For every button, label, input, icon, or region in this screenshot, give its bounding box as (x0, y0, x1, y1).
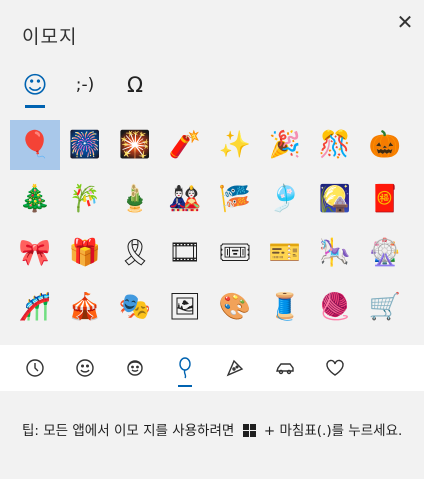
emoji-cell[interactable]: 🎞 (160, 228, 210, 278)
emoji-cell[interactable]: 🕶 (60, 336, 110, 342)
tip-prefix: 팁: 모든 앱에서 이모 지를 사용하려면 (22, 423, 235, 439)
close-button[interactable]: ✕ (390, 8, 420, 36)
windows-key-icon (242, 424, 256, 437)
category-travel[interactable] (260, 345, 310, 391)
heart-icon (326, 359, 344, 376)
emoji-cell[interactable]: 🎪 (60, 282, 110, 332)
emoji-cell[interactable]: 🎊 (310, 120, 360, 170)
emoji-cell[interactable]: 🎢 (10, 282, 60, 332)
emoji-cell[interactable]: 🎍 (110, 174, 160, 224)
category-celebration[interactable] (160, 345, 210, 391)
clock-icon (26, 359, 44, 377)
tab-symbols[interactable]: Ω (115, 62, 155, 108)
emoji-cell[interactable]: 👕 (310, 336, 360, 342)
emoji-cell[interactable]: 🎆 (60, 120, 110, 170)
emoji-cell[interactable]: 🎏 (210, 174, 260, 224)
emoji-cell[interactable]: 🎋 (60, 174, 110, 224)
emoji-cell[interactable]: 🎑 (310, 174, 360, 224)
emoji-cell[interactable]: 🎐 (260, 174, 310, 224)
category-smileys[interactable] (60, 345, 110, 391)
omega-tab-icon: Ω (126, 73, 144, 97)
kaomoji-tab-icon: ;-) (75, 75, 95, 95)
emoji-cell[interactable]: 🎨 (210, 282, 260, 332)
tip-text: 팁: 모든 앱에서 이모 지를 사용하려면 + 마침표(.)를 누르세요. (22, 420, 408, 442)
emoji-cell[interactable]: 🧧 (360, 174, 410, 224)
tab-kaomoji[interactable]: ;-) (65, 62, 105, 108)
category-food[interactable] (210, 345, 260, 391)
emoji-cell[interactable]: 🧨 (160, 120, 210, 170)
emoji-grid[interactable]: 🎈🎆🎇🧨✨🎉🎊🎃 🎄🎋🎍🎎🎏🎐🎑🧧 🎀🎁🎗🎞🎟🎫🎠🎡 🎢🎪🎭🖼🎨🧵🧶🛒 👓🕶🥽🥼🦺👔👕👖 (10, 120, 414, 342)
type-tabs: ☺ ;-) Ω (0, 62, 424, 110)
emoji-cell[interactable]: 🦺 (210, 336, 260, 342)
emoji-cell[interactable]: 🎈 (10, 120, 60, 170)
emoji-cell[interactable]: 🎁 (60, 228, 110, 278)
emoji-cell[interactable]: 🛒 (360, 282, 410, 332)
page-title: 이모지 (22, 26, 78, 48)
emoji-cell[interactable]: 🎡 (360, 228, 410, 278)
emoji-cell[interactable]: 🎭 (110, 282, 160, 332)
emoji-cell[interactable]: 🎟 (210, 228, 260, 278)
emoji-cell[interactable]: 👔 (260, 336, 310, 342)
emoji-cell[interactable]: 🎗 (110, 228, 160, 278)
emoji-cell[interactable]: 🥼 (160, 336, 210, 342)
emoji-cell[interactable]: 🎀 (10, 228, 60, 278)
emoji-cell[interactable]: 🎄 (10, 174, 60, 224)
emoji-cell[interactable]: 🎃 (360, 120, 410, 170)
tip-suffix: + 마침표(.)를 누르세요. (263, 423, 403, 439)
smiley-icon (76, 359, 94, 377)
category-bar (0, 345, 424, 391)
emoji-cell[interactable]: 👖 (360, 336, 410, 342)
emoji-cell[interactable]: 🧶 (310, 282, 360, 332)
active-category-indicator (178, 385, 192, 387)
pizza-icon (226, 359, 244, 377)
active-tab-indicator (25, 105, 45, 108)
category-symbols[interactable] (310, 345, 360, 391)
emoji-cell[interactable]: 👓 (10, 336, 60, 342)
emoji-cell[interactable]: 🎫 (260, 228, 310, 278)
person-icon (127, 360, 143, 376)
emoji-cell[interactable]: 🎠 (310, 228, 360, 278)
emoji-cell[interactable]: ✨ (210, 120, 260, 170)
emoji-cell[interactable]: 🎉 (260, 120, 310, 170)
balloon-icon (179, 357, 191, 379)
emoji-cell[interactable]: 🧵 (260, 282, 310, 332)
emoji-cell[interactable]: 🖼 (160, 282, 210, 332)
category-people[interactable] (110, 345, 160, 391)
smiley-tab-icon: ☺ (22, 71, 48, 99)
emoji-cell[interactable]: 🎎 (160, 174, 210, 224)
car-icon (276, 363, 294, 375)
close-icon: ✕ (396, 10, 414, 34)
category-recent[interactable] (10, 345, 60, 391)
tab-emoji[interactable]: ☺ (15, 62, 55, 108)
emoji-cell[interactable]: 🥽 (110, 336, 160, 342)
emoji-cell[interactable]: 🎇 (110, 120, 160, 170)
